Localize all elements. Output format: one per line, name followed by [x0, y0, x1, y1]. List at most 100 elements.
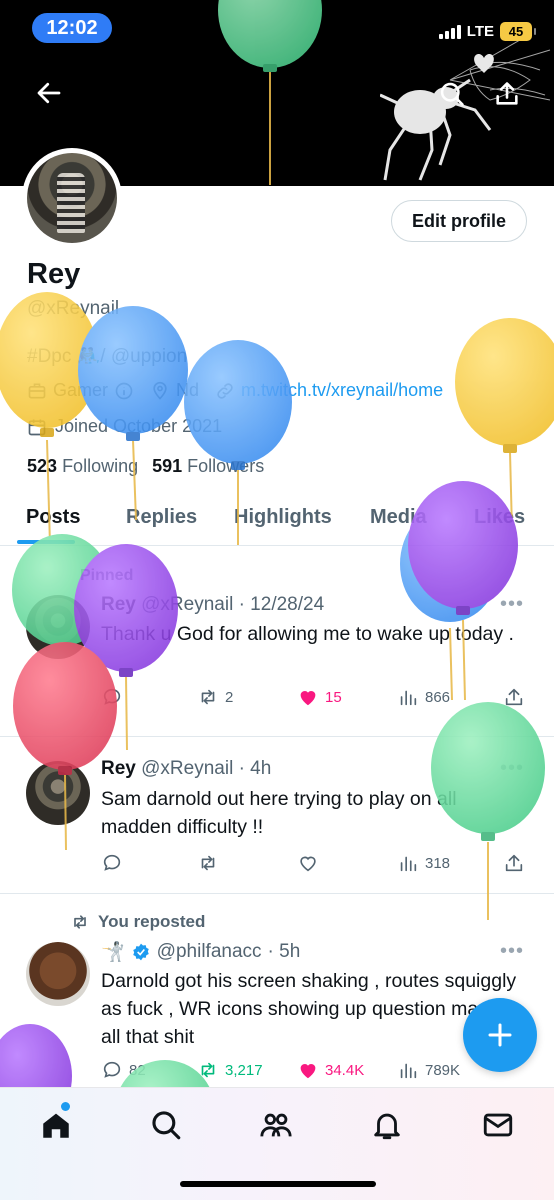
link-icon: [217, 382, 233, 399]
profile-tabs: Posts Replies Highlights Media Likes: [0, 496, 554, 546]
views-icon: [400, 856, 417, 872]
views-button[interactable]: 866: [397, 686, 450, 708]
home-notification-dot: [61, 1102, 70, 1111]
post-handle: @xReynail: [141, 594, 234, 615]
post-author[interactable]: Rey: [101, 758, 136, 779]
profile-link[interactable]: m.twitch.tv/xreynail/home: [241, 380, 443, 401]
battery-icon: 45: [500, 22, 536, 41]
share-icon: [505, 854, 523, 872]
info-icon[interactable]: [114, 381, 134, 401]
calendar-icon: [28, 419, 46, 435]
like-button[interactable]: 15: [297, 686, 342, 708]
messages-icon[interactable]: [481, 1108, 515, 1142]
profile-handle: @xReynail: [27, 298, 120, 319]
spiderweb-banner-art: [380, 40, 551, 181]
post-header: 🤺 @philfanacc · 5h: [101, 940, 300, 964]
reply-button[interactable]: [101, 686, 129, 708]
repost-count: 2: [225, 688, 234, 706]
joined-date: Joined October 2021: [55, 416, 223, 436]
repost-icon: [201, 855, 215, 871]
compose-post-button[interactable]: [463, 998, 537, 1072]
reply-button[interactable]: [101, 852, 129, 874]
reposted-label: You reposted: [70, 912, 205, 932]
view-count: 318: [425, 854, 451, 872]
more-icon[interactable]: •••: [500, 940, 524, 963]
more-icon[interactable]: •••: [500, 757, 524, 780]
profile-avatar[interactable]: [22, 148, 122, 248]
tab-posts[interactable]: Posts: [26, 506, 80, 529]
following-link[interactable]: 523 Following: [27, 456, 138, 477]
edit-profile-button[interactable]: Edit profile: [391, 200, 527, 242]
pinned-label: Pinned: [80, 567, 134, 584]
profile-joined: Joined October 2021: [27, 416, 222, 437]
post-header: Rey @xReynail · 12/28/24: [101, 594, 324, 616]
tab-media[interactable]: Media: [370, 506, 427, 529]
signal-icon: [438, 24, 461, 39]
like-count: 15: [325, 688, 342, 706]
reply-button[interactable]: 82: [101, 1059, 146, 1081]
post-date: · 4h: [238, 758, 272, 779]
repost-count: 3,217: [225, 1061, 263, 1079]
tab-replies[interactable]: Replies: [126, 506, 197, 529]
share-button[interactable]: [503, 686, 525, 708]
verified-badge-icon: [132, 943, 149, 961]
follow-counts: 523 Following 591 Followers: [27, 456, 264, 477]
profile-bio: #Dpc 🤼‍♂️/ @uppion: [27, 346, 188, 367]
post-actions: 2 15 866: [101, 686, 531, 712]
post-item[interactable]: Pinned Rey @xReynail · 12/28/24 ••• Than…: [0, 547, 554, 737]
active-tab-indicator: [17, 540, 75, 544]
post-text: Thank u God for allowing me to wake up t…: [101, 623, 514, 645]
view-count: 789K: [425, 1061, 461, 1079]
like-button[interactable]: 34.4K: [297, 1059, 364, 1081]
repost-button[interactable]: 2: [197, 686, 233, 708]
post-avatar[interactable]: [26, 595, 90, 659]
like-button[interactable]: [297, 852, 325, 874]
profile-category: Gamer: [53, 380, 109, 400]
reply-icon: [103, 1061, 121, 1078]
status-indicators: LTE 45: [438, 22, 536, 41]
reply-icon: [103, 688, 121, 705]
post-text: Darnold got his screen shaking , routes …: [101, 970, 517, 1048]
communities-icon[interactable]: [259, 1108, 293, 1142]
profile-location: Nd: [176, 380, 200, 400]
repost-icon: [74, 915, 86, 929]
profile-name: Rey: [27, 258, 81, 290]
post-header: Rey @xReynail · 4h: [101, 758, 271, 780]
status-time: 12:02: [32, 13, 112, 43]
post-handle: @philfanacc: [156, 941, 262, 962]
views-icon: [400, 690, 417, 706]
share-button[interactable]: [503, 852, 525, 874]
reply-count: 82: [129, 1061, 146, 1079]
share-icon: [505, 688, 523, 706]
views-button[interactable]: 318: [397, 852, 450, 874]
reply-icon: [103, 854, 121, 871]
post-item[interactable]: Rey @xReynail · 4h ••• Sam darnold out h…: [0, 737, 554, 894]
post-date: · 12/28/24: [238, 594, 325, 615]
tab-highlights[interactable]: Highlights: [234, 506, 332, 529]
repost-button[interactable]: 3,217: [197, 1059, 263, 1081]
heart-filled-icon: [300, 691, 316, 706]
followers-link[interactable]: 591 Followers: [152, 456, 264, 477]
home-icon[interactable]: [39, 1108, 73, 1142]
post-author[interactable]: 🤺: [101, 940, 125, 964]
more-icon[interactable]: •••: [500, 593, 524, 616]
search-icon[interactable]: [438, 80, 466, 108]
post-handle: @xReynail: [141, 758, 234, 779]
post-avatar[interactable]: [26, 942, 90, 1006]
repost-button[interactable]: [197, 852, 225, 874]
like-count: 34.4K: [325, 1061, 365, 1079]
back-arrow-icon[interactable]: [34, 78, 64, 108]
network-label: LTE: [466, 23, 494, 40]
tab-likes[interactable]: Likes: [474, 506, 525, 529]
post-author[interactable]: Rey: [101, 594, 136, 615]
heart-icon: [300, 856, 316, 872]
views-button[interactable]: 789K: [397, 1059, 460, 1081]
search-icon[interactable]: [149, 1108, 183, 1142]
share-icon[interactable]: [493, 80, 521, 108]
post-actions: 318: [101, 852, 531, 878]
views-icon: [400, 1063, 417, 1079]
profile-meta: Gamer Nd m.twitch.tv/xreynail/home: [27, 380, 443, 401]
post-date: · 5h: [267, 941, 301, 962]
notifications-icon[interactable]: [370, 1108, 404, 1142]
post-avatar[interactable]: [26, 761, 90, 825]
